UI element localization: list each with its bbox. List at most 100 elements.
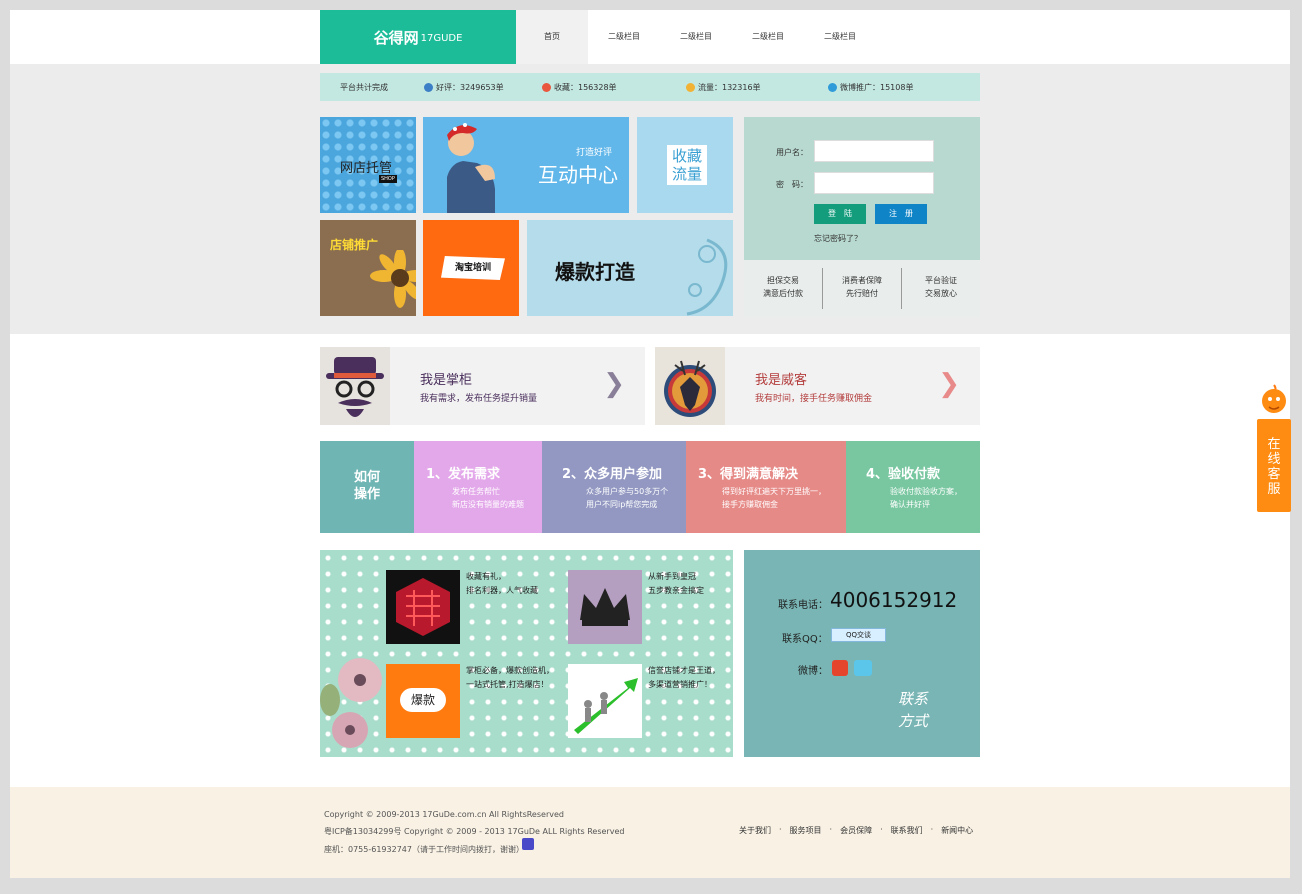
side-char-4: 服: [1267, 482, 1281, 497]
role-seller-title: 我是掌柜: [420, 373, 473, 388]
guarantee-platform: 平台验证 交易放心: [902, 268, 980, 309]
fav-line-1: 收藏: [671, 147, 702, 165]
footer-link-about[interactable]: 关于我们: [739, 825, 771, 836]
hot-badge: 爆款: [400, 688, 446, 712]
header: 谷得网 17GUDE 首页 二级栏目 二级栏目 二级栏目 二级栏目: [10, 10, 1290, 64]
fav-line-2: 流量: [671, 165, 702, 183]
step-3-desc-1: 得到好评红遍天下万里挑一，: [722, 487, 826, 496]
nav-item-4[interactable]: 二级栏目: [732, 10, 804, 64]
how-line-2: 操作: [353, 487, 380, 502]
f3-line-a: 掌柜必备，爆款创造机，: [466, 666, 554, 675]
role-worker-title: 我是威客: [755, 373, 808, 388]
logo-en: 17GUDE: [420, 33, 463, 44]
f2-line-b: 五步教亲金搞定: [648, 586, 704, 595]
flow-icon: [686, 82, 695, 92]
username-input[interactable]: [814, 140, 934, 162]
stat-good-text: 好评：3249653单: [436, 82, 504, 92]
footer-link-services[interactable]: 服务项目: [790, 825, 822, 836]
stat-fav: 收藏：156328单: [542, 82, 686, 93]
guarantee-consumer: 消费者保障 先行赔付: [823, 268, 902, 309]
footer-link-contact[interactable]: 联系我们: [891, 825, 923, 836]
register-button[interactable]: 注 册: [875, 204, 927, 224]
sina-weibo-icon[interactable]: [832, 660, 848, 676]
password-input[interactable]: [814, 172, 934, 194]
tile-hot-product[interactable]: 爆款打造: [527, 220, 733, 316]
tencent-weibo-icon[interactable]: [854, 660, 872, 676]
username-label: 用户名：: [776, 148, 808, 157]
online-service-panel[interactable]: 在 线 客 服: [1257, 419, 1291, 512]
nav-item-2[interactable]: 二级栏目: [588, 10, 660, 64]
feature-hot-text: 掌柜必备，爆款创造机， 一站式托管,打造爆店！: [466, 664, 554, 692]
feature-hot-image[interactable]: 爆款: [386, 664, 460, 738]
tile-shop-hosting[interactable]: 网店托管 SHOP: [320, 117, 416, 213]
woman-illustration: [447, 123, 495, 213]
step-4-desc-1: 验收付款验收方案，: [890, 487, 962, 496]
logo-cn: 谷得网: [373, 28, 419, 47]
g3-line-a: 平台验证: [925, 276, 957, 285]
tile-favorite-flow[interactable]: 收藏 流量: [637, 117, 733, 213]
feature-favorite-image[interactable]: [386, 570, 460, 644]
feature-growth-image[interactable]: [568, 664, 642, 738]
f4-line-a: 信誉店铺才是王道，: [648, 666, 720, 675]
step-4-desc-2: 确认并好评: [890, 500, 930, 509]
g1-line-a: 担保交易: [767, 276, 799, 285]
step-2-desc: 众多用户参与50多万个 用户不同ip帮您完成: [586, 485, 668, 511]
step-4-desc: 验收付款验收方案， 确认并好评: [890, 485, 962, 511]
how-it-works: 如何 操作 1、发布需求 发布任务帮忙 新店没有销量的难题 2、众多用户参加 众…: [320, 441, 980, 533]
tile-hu-title: 互动中心: [538, 163, 618, 187]
nav-item-5[interactable]: 二级栏目: [804, 10, 876, 64]
how-line-1: 如何: [353, 470, 380, 485]
sunflower-icon: [370, 250, 416, 308]
step-2-desc-2: 用户不同ip帮您完成: [586, 500, 658, 509]
step-1-desc-2: 新店没有销量的难题: [452, 500, 524, 509]
forgot-password-link[interactable]: 忘记密码了？: [814, 233, 862, 244]
tile-store-promotion[interactable]: 店铺推广: [320, 220, 416, 316]
footer-links: 关于我们 · 服务项目 · 会员保障 · 联系我们 · 新闻中心: [739, 825, 973, 836]
stat-fav-text: 收藏：156328单: [554, 82, 617, 92]
footer-phone: 座机：0755-61932747（请于工作时间内拨打，谢谢）: [324, 845, 524, 854]
login-button[interactable]: 登 陆: [814, 204, 866, 224]
main-nav: 首页 二级栏目 二级栏目 二级栏目 二级栏目: [516, 10, 876, 64]
feature-favorite-text: 收藏有礼， 排名利器，人气收藏: [466, 570, 538, 598]
phone-number: 4006152912: [830, 588, 958, 612]
password-label: 密 码：: [776, 180, 808, 189]
footer-sep: ·: [880, 825, 883, 834]
role-card-worker[interactable]: 我是威客 我有时间，接手任务赚取佣金 ❯: [655, 347, 980, 425]
site-logo[interactable]: 谷得网 17GUDE: [320, 10, 516, 64]
online-service-widget[interactable]: 在 线 客 服: [1257, 383, 1291, 513]
tile-hu-subtitle: 打造好评: [576, 148, 613, 158]
stat-flow: 流量：132316单: [686, 82, 828, 93]
guarantee-bar: 担保交易 满意后付款 消费者保障 先行赔付 平台验证 交易放心: [744, 260, 980, 317]
footer-sep: ·: [829, 825, 833, 834]
phone-label: 联系电话：: [778, 600, 828, 611]
footer-link-news[interactable]: 新闻中心: [941, 825, 973, 836]
tile-taobao-training[interactable]: 淘宝培训: [423, 220, 519, 316]
footer-copyright-2: 粤ICP备13034299号 Copyright © 2009 - 2013 1…: [324, 827, 625, 836]
thumb-icon: [424, 82, 433, 92]
qq-chat-button[interactable]: QQ交谈: [831, 628, 887, 642]
tile-interaction-center[interactable]: 打造好评 互动中心: [423, 117, 629, 213]
f4-line-b: 多渠道营销推广！: [648, 680, 712, 689]
paw-icon[interactable]: [522, 838, 534, 850]
stats-bar: 平台共计完成 好评：3249653单 收藏：156328单 流量：132316单…: [320, 73, 980, 101]
mascot-icon: [1262, 384, 1286, 413]
nav-home[interactable]: 首页: [516, 10, 588, 64]
role-card-seller[interactable]: 我是掌柜 我有需求，发布任务提升销量 ❯: [320, 347, 645, 425]
step-1-title: 1、发布需求: [426, 467, 501, 482]
footer-link-membership[interactable]: 会员保障: [840, 825, 872, 836]
nav-item-3[interactable]: 二级栏目: [660, 10, 732, 64]
step-4: 4、验收付款 验收付款验收方案， 确认并好评: [846, 441, 980, 533]
step-1-desc-1: 发布任务帮忙: [452, 487, 500, 496]
g3-line-b: 交易放心: [925, 289, 957, 298]
footer-copyright-1: Copyright © 2009-2013 17GuDe.com.cn All …: [324, 810, 564, 819]
feature-crown-image[interactable]: [568, 570, 642, 644]
growth-arrow-icon: [574, 678, 638, 734]
g1-line-b: 满意后付款: [763, 289, 803, 298]
f1-line-a: 收藏有礼，: [466, 572, 506, 581]
tile-store-label: 店铺推广: [330, 238, 379, 252]
fav-box: 收藏 流量: [667, 145, 707, 185]
chat-bubble-icon: [828, 82, 837, 92]
stat-weibo: 微博推广：15108单: [828, 82, 913, 93]
step-3-desc-2: 接手方赚取佣金: [722, 500, 778, 509]
role-worker-desc: 我有时间，接手任务赚取佣金: [755, 394, 873, 404]
